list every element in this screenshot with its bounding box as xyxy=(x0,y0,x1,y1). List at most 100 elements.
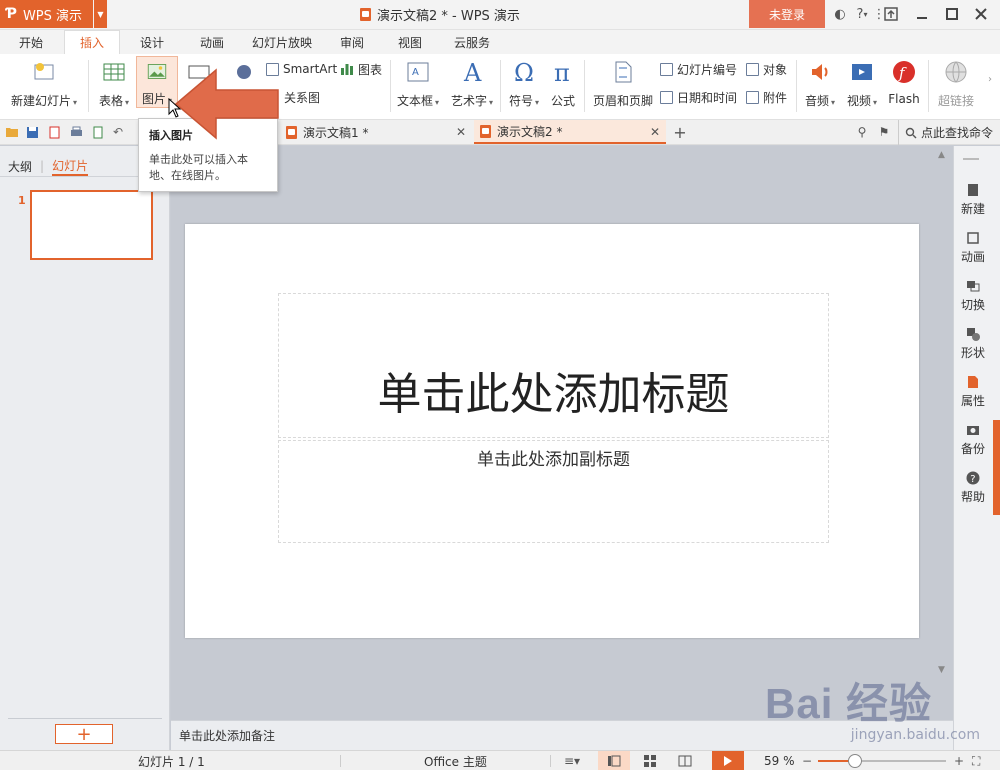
new-pane-button[interactable]: 新建 xyxy=(953,183,993,217)
speaker-icon xyxy=(812,64,828,80)
tooltip-body: 单击此处可以插入本地、在线图片。 xyxy=(149,153,248,182)
restore-ribbon-icon[interactable] xyxy=(880,0,902,28)
close-tab-icon[interactable]: ✕ xyxy=(456,125,466,139)
new-tab-icon[interactable]: + xyxy=(672,123,688,142)
help-pane-button[interactable]: ? 帮助 xyxy=(953,471,993,505)
maximize-icon[interactable] xyxy=(940,0,964,28)
help-icon: ? xyxy=(966,471,980,485)
search-icon xyxy=(905,127,917,138)
doc-tab-2[interactable]: 演示文稿2 * ✕ xyxy=(474,120,666,144)
print-icon[interactable] xyxy=(68,124,84,140)
annotation-arrow-icon xyxy=(174,68,279,140)
print-preview-icon[interactable] xyxy=(90,124,106,140)
properties-pane-button[interactable]: 属性 xyxy=(953,375,993,409)
slide-thumbnail[interactable] xyxy=(30,190,153,260)
slide-thumbnail-number: 1 xyxy=(18,194,26,207)
app-menu-dropdown-icon[interactable]: ▼ xyxy=(94,0,107,28)
flash-button[interactable]: f Flash xyxy=(886,54,922,106)
ribbon-scroll-icon[interactable]: › xyxy=(988,74,992,85)
chart-button[interactable]: 图表 xyxy=(340,60,382,78)
tab-animation[interactable]: 动画 xyxy=(190,30,234,54)
flash-icon: f xyxy=(893,61,915,83)
add-slide-button[interactable]: + xyxy=(55,724,113,745)
slide-number-button[interactable]: 幻灯片编号 xyxy=(660,60,737,78)
backup-pane-button[interactable]: 备份 xyxy=(953,423,993,457)
object-button[interactable]: 对象 xyxy=(746,60,787,78)
datetime-button[interactable]: 日期和时间 xyxy=(660,88,737,106)
tab-review[interactable]: 审阅 xyxy=(330,30,374,54)
zoom-out-button[interactable]: − xyxy=(802,751,812,770)
table-button[interactable]: 表格 ▾ xyxy=(94,54,134,109)
pin-icon[interactable]: ⚲ xyxy=(854,124,870,140)
symbol-button[interactable]: Ω 符号 ▾ xyxy=(504,54,544,109)
zoom-in-button[interactable]: + xyxy=(954,751,964,770)
play-slideshow-button[interactable] xyxy=(712,751,744,770)
help-icon[interactable]: ? ▾ xyxy=(852,0,872,28)
panel-tabs: 大纲 | 幻灯片 xyxy=(8,157,89,176)
flag-icon[interactable]: ⚑ xyxy=(876,124,892,140)
minimize-icon[interactable] xyxy=(910,0,934,28)
header-footer-button[interactable]: 页眉和页脚 xyxy=(590,54,656,109)
baidu-watermark: Bai 经验 jingyan.baidu.com xyxy=(765,670,990,745)
slide-info: 幻灯片 1 / 1 xyxy=(138,754,205,769)
undo-icon[interactable]: ↶ xyxy=(110,124,126,140)
zoom-level[interactable]: 59 % xyxy=(764,751,795,770)
subtitle-placeholder[interactable]: 单击此处添加副标题 xyxy=(278,440,829,543)
title-placeholder[interactable]: 单击此处添加标题 xyxy=(278,293,829,438)
attachment-button[interactable]: 附件 xyxy=(746,88,787,106)
svg-text:A: A xyxy=(463,60,482,84)
zoom-slider-thumb[interactable] xyxy=(848,754,862,768)
hyperlink-button[interactable]: 超链接 xyxy=(934,54,978,109)
new-slide-button[interactable]: 新建幻灯片 ▾ xyxy=(6,54,82,109)
tab-slideshow[interactable]: 幻灯片放映 xyxy=(250,30,314,54)
close-tab-icon[interactable]: ✕ xyxy=(650,125,660,139)
find-command-label: 点此查找命令 xyxy=(921,126,994,140)
tab-start[interactable]: 开始 xyxy=(8,30,54,54)
tab-outline[interactable]: 大纲 xyxy=(8,158,32,175)
save-icon[interactable] xyxy=(24,124,40,140)
drag-handle[interactable] xyxy=(963,158,979,160)
new-slide-pane-icon xyxy=(968,184,978,196)
transition-pane-button[interactable]: 切换 xyxy=(953,279,993,313)
ribbon-separator xyxy=(584,60,585,112)
play-icon xyxy=(724,756,732,766)
video-button[interactable]: 视频 ▾ xyxy=(842,54,882,109)
calendar-icon xyxy=(660,90,673,104)
export-pdf-icon[interactable] xyxy=(46,124,62,140)
slide-number-icon xyxy=(660,62,673,76)
login-button[interactable]: 未登录 xyxy=(749,0,825,28)
find-command-search[interactable]: 点此查找命令 xyxy=(898,120,993,145)
tab-view[interactable]: 视图 xyxy=(388,30,432,54)
skin-icon[interactable]: ◐ xyxy=(830,0,850,28)
formula-button[interactable]: π 公式 xyxy=(546,54,580,109)
fit-window-icon[interactable]: ⛶ xyxy=(972,751,980,770)
tab-design[interactable]: 设计 xyxy=(130,30,174,54)
normal-view-icon[interactable] xyxy=(598,751,630,770)
shapes-pane-button[interactable]: 形状 xyxy=(953,327,993,361)
reading-view-icon[interactable] xyxy=(674,751,696,770)
scroll-up-icon[interactable]: ▲ xyxy=(938,150,950,162)
open-folder-icon[interactable] xyxy=(4,124,20,140)
tab-cloud[interactable]: 云服务 xyxy=(446,30,498,54)
ribbon: 新建幻灯片▾ 表格▾ 图片▾ SmartArt 图表 关系图 A 文本框▾ A … xyxy=(0,54,1000,120)
tab-slides[interactable]: 幻灯片 xyxy=(52,157,89,176)
audio-button[interactable]: 音频 ▾ xyxy=(800,54,840,109)
textbox-button[interactable]: A 文本框 ▾ xyxy=(394,54,442,109)
tab-insert[interactable]: 插入 xyxy=(64,30,120,54)
window-title: 演示文稿2 * - WPS 演示 xyxy=(360,0,520,28)
properties-icon xyxy=(968,376,978,388)
pane-collapse-tab[interactable] xyxy=(993,420,1000,515)
slide-sorter-icon[interactable] xyxy=(640,751,660,770)
presentation-file-icon xyxy=(480,124,491,138)
zoom-slider-track[interactable] xyxy=(818,754,946,768)
relation-chart-button[interactable]: 关系图 xyxy=(284,88,320,106)
app-menu-button[interactable]: Ƥ WPS 演示 xyxy=(0,0,93,28)
notes-toggle-icon[interactable]: ≡▾ xyxy=(564,751,580,770)
close-icon[interactable] xyxy=(968,0,994,28)
doc-tab-1[interactable]: 演示文稿1 * ✕ xyxy=(280,120,472,144)
ribbon-separator xyxy=(796,60,797,112)
wordart-button[interactable]: A 艺术字 ▾ xyxy=(448,54,496,109)
animation-pane-button[interactable]: 动画 xyxy=(953,231,993,265)
app-name: WPS 演示 xyxy=(22,8,83,24)
object-icon xyxy=(746,62,759,76)
